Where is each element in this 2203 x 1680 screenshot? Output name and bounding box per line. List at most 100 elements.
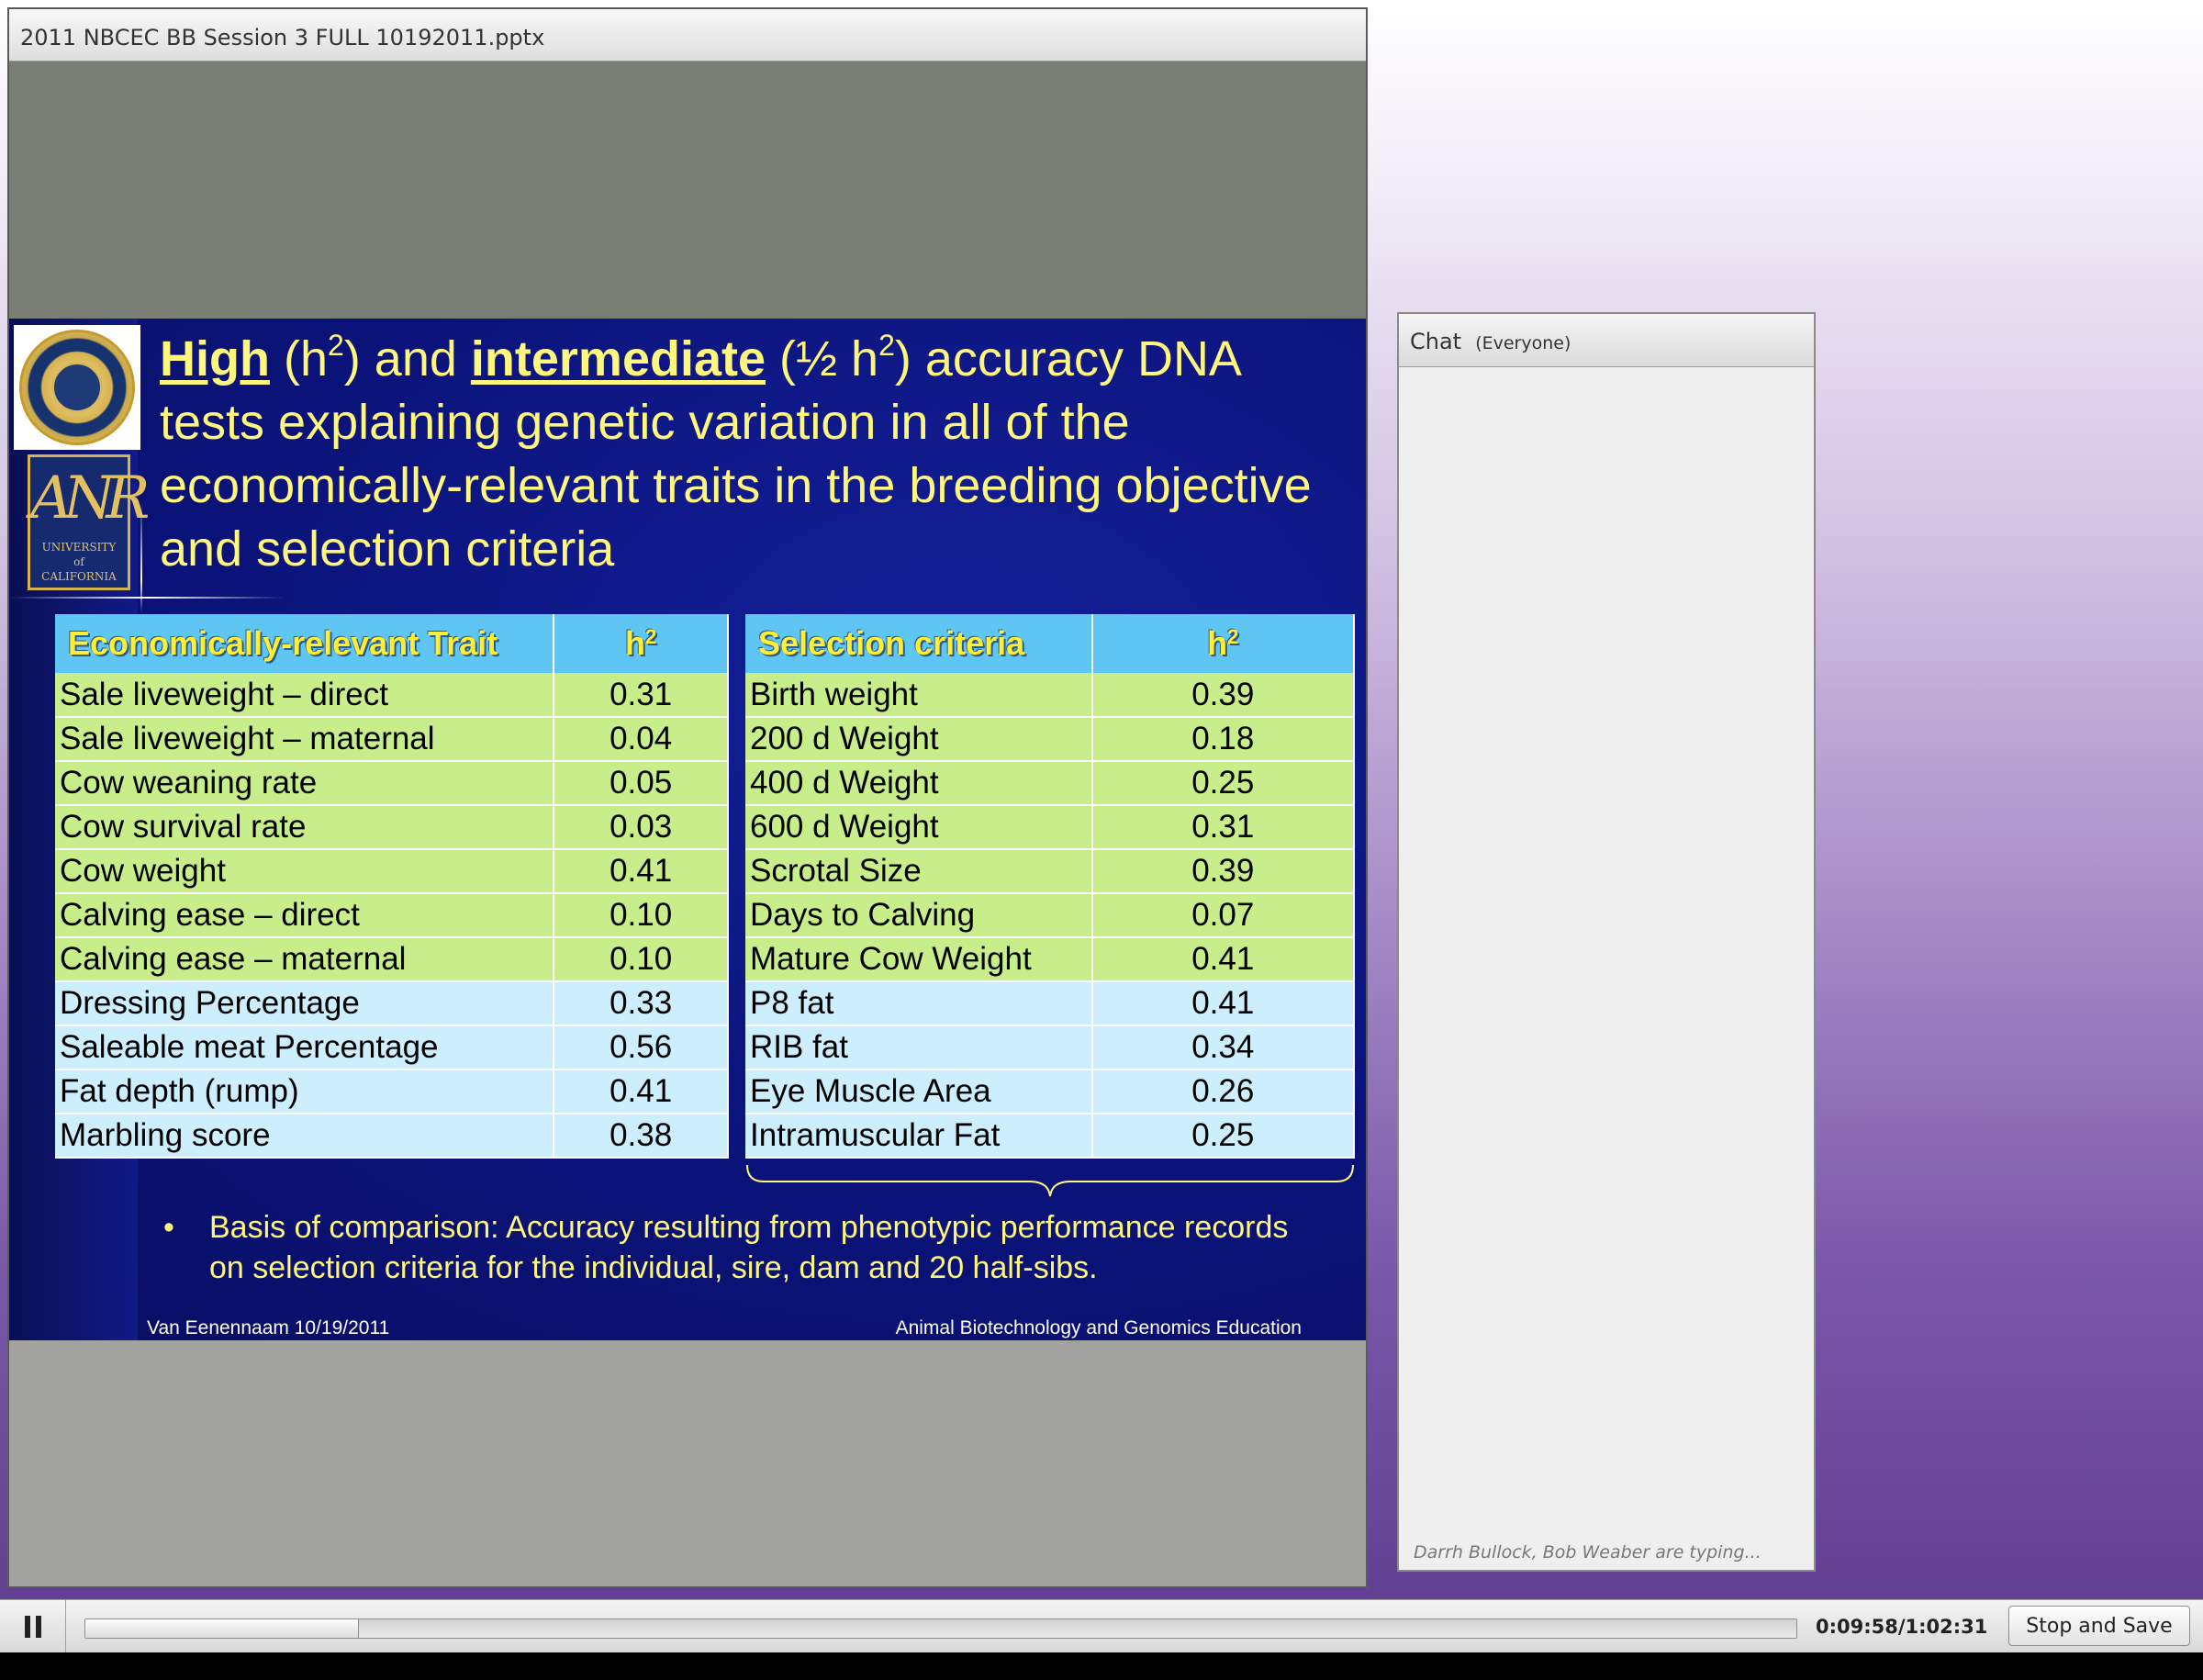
traits-table: Economically-relevant Trait h2 Sale live… xyxy=(55,614,729,1159)
chat-pod: Chat (Everyone) Darrh Bullock, Bob Weabe… xyxy=(1397,312,1816,1572)
slide-backdrop xyxy=(9,62,1366,319)
stop-and-save-button[interactable]: Stop and Save xyxy=(2008,1606,2190,1646)
slide: ANR UNIVERSITY of CALIFORNIA High (h2) a… xyxy=(9,319,1366,1340)
traits-header: Economically-relevant Trait xyxy=(55,614,555,673)
anr-logo-university: UNIVERSITY xyxy=(41,541,117,554)
heritability-value: 0.34 xyxy=(1091,1025,1356,1070)
bottom-strip xyxy=(0,1652,2203,1680)
progress-slider[interactable] xyxy=(84,1618,1797,1639)
heritability-value: 0.39 xyxy=(1091,673,1356,718)
selection-criteria-row: Scrotal Size 0.39 xyxy=(745,849,1356,894)
selection-criteria-row: Mature Cow Weight 0.41 xyxy=(745,937,1356,982)
pause-icon xyxy=(24,1616,41,1638)
selection-criteria-row: Intramuscular Fat 0.25 xyxy=(745,1114,1356,1159)
heritability-value: 0.41 xyxy=(1091,981,1356,1026)
timecode: 0:09:58/1:02:31 xyxy=(1816,1616,1988,1638)
university-seal-logo xyxy=(14,325,140,450)
selection-criteria-header: Selection criteria xyxy=(745,614,1093,673)
heritability-value: 0.26 xyxy=(1091,1070,1356,1114)
h2-header: h2 xyxy=(1091,614,1356,673)
heritability-value: 0.56 xyxy=(554,1025,729,1070)
pod-title: 2011 NBCEC BB Session 3 FULL 10192011.pp… xyxy=(9,9,1366,62)
heritability-value: 0.31 xyxy=(554,673,729,718)
slide-footer-author: Van Eenennaam 10/19/2011 xyxy=(147,1317,390,1338)
decorative-line xyxy=(9,597,285,599)
trait-row: Calving ease – maternal 0.10 xyxy=(55,937,729,982)
trait-row: Sale liveweight – direct 0.31 xyxy=(55,673,729,718)
h2-header: h2 xyxy=(554,614,729,673)
heritability-value: 0.18 xyxy=(1091,717,1356,762)
trait-name: Saleable meat Percentage xyxy=(55,1025,555,1070)
trait-row: Cow weight 0.41 xyxy=(55,849,729,894)
trait-name: Sale liveweight – maternal xyxy=(55,717,555,762)
trait-name: Days to Calving xyxy=(745,893,1093,938)
trait-name: 400 d Weight xyxy=(745,761,1093,806)
title-superscript: 2 xyxy=(878,329,895,362)
trait-name: Scrotal Size xyxy=(745,849,1093,894)
selection-criteria-row: 600 d Weight 0.31 xyxy=(745,805,1356,850)
trait-row: Marbling score 0.38 xyxy=(55,1114,729,1159)
trait-row: Cow survival rate 0.03 xyxy=(55,805,729,850)
selection-criteria-table-body: Birth weight 0.39 200 d Weight 0.18 400 d We… xyxy=(745,673,1356,1159)
chat-title: Chat xyxy=(1410,329,1462,354)
trait-name: P8 fat xyxy=(745,981,1093,1026)
selection-criteria-row: Birth weight 0.39 xyxy=(745,673,1356,718)
trait-name: Cow weight xyxy=(55,849,555,894)
trait-name: Mature Cow Weight xyxy=(745,937,1093,982)
title-high: High xyxy=(160,331,270,386)
pause-button[interactable] xyxy=(0,1600,66,1653)
heritability-value: 0.03 xyxy=(554,805,729,850)
trait-name: Fat depth (rump) xyxy=(55,1070,555,1114)
heritability-value: 0.05 xyxy=(554,761,729,806)
trait-name: 600 d Weight xyxy=(745,805,1093,850)
selection-criteria-table: Selection criteria h2 Birth weight 0.39 20… xyxy=(745,614,1356,1159)
chat-header: Chat (Everyone) xyxy=(1399,314,1814,367)
heritability-value: 0.31 xyxy=(1091,805,1356,850)
heritability-value: 0.39 xyxy=(1091,849,1356,894)
selection-criteria-row: Days to Calving 0.07 xyxy=(745,893,1356,938)
trait-row: Saleable meat Percentage 0.56 xyxy=(55,1025,729,1070)
heritability-value: 0.25 xyxy=(1091,761,1356,806)
slide-title: High (h2) and intermediate (½ h2) accura… xyxy=(160,328,1353,581)
trait-row: Sale liveweight – maternal 0.04 xyxy=(55,717,729,762)
selection-criteria-row: 200 d Weight 0.18 xyxy=(745,717,1356,762)
anr-logo: ANR UNIVERSITY of CALIFORNIA xyxy=(28,454,150,590)
anr-logo-california: CALIFORNIA xyxy=(41,570,117,583)
selection-criteria-row: Eye Muscle Area 0.26 xyxy=(745,1070,1356,1114)
trait-name: 200 d Weight xyxy=(745,717,1093,762)
trait-name: RIB fat xyxy=(745,1025,1093,1070)
trait-name: Sale liveweight – direct xyxy=(55,673,555,718)
traits-table-body: Sale liveweight – direct 0.31 Sale livewei… xyxy=(55,673,729,1159)
selection-criteria-row: 400 d Weight 0.25 xyxy=(745,761,1356,806)
heritability-value: 0.10 xyxy=(554,937,729,982)
typing-indicator: Darrh Bullock, Bob Weaber are typing... xyxy=(1414,1542,1761,1562)
trait-name: Intramuscular Fat xyxy=(745,1114,1093,1159)
slide-footer-program: Animal Biotechnology and Genomics Educat… xyxy=(895,1317,1302,1338)
heritability-value: 0.41 xyxy=(1091,937,1356,982)
trait-name: Marbling score xyxy=(55,1114,555,1159)
basis-text: Basis of comparison: Accuracy resulting … xyxy=(209,1210,1289,1285)
heritability-value: 0.41 xyxy=(554,849,729,894)
heritability-value: 0.10 xyxy=(554,893,729,938)
chat-scope[interactable]: (Everyone) xyxy=(1475,333,1571,353)
heritability-value: 0.25 xyxy=(1091,1114,1356,1159)
anr-logo-letters: ANR xyxy=(30,465,150,532)
basis-note: • Basis of comparison: Accuracy resultin… xyxy=(156,1207,1313,1288)
presentation-pod: 2011 NBCEC BB Session 3 FULL 10192011.pp… xyxy=(7,7,1368,1588)
trait-name: Dressing Percentage xyxy=(55,981,555,1026)
trait-name: Calving ease – direct xyxy=(55,893,555,938)
trait-row: Cow weaning rate 0.05 xyxy=(55,761,729,806)
heritability-value: 0.04 xyxy=(554,717,729,762)
heritability-value: 0.38 xyxy=(554,1114,729,1159)
trait-name: Eye Muscle Area xyxy=(745,1070,1093,1114)
chat-messages[interactable] xyxy=(1399,367,1814,1529)
title-part: (h xyxy=(269,331,329,386)
playback-bar: 0:09:58/1:02:31 Stop and Save xyxy=(0,1599,2203,1653)
selection-criteria-row: RIB fat 0.34 xyxy=(745,1025,1356,1070)
selection-criteria-row: P8 fat 0.41 xyxy=(745,981,1356,1026)
title-superscript: 2 xyxy=(328,329,344,362)
progress-fill xyxy=(85,1619,360,1638)
heritability-value: 0.41 xyxy=(554,1070,729,1114)
trait-name: Cow weaning rate xyxy=(55,761,555,806)
brace-connector xyxy=(746,1164,1354,1197)
